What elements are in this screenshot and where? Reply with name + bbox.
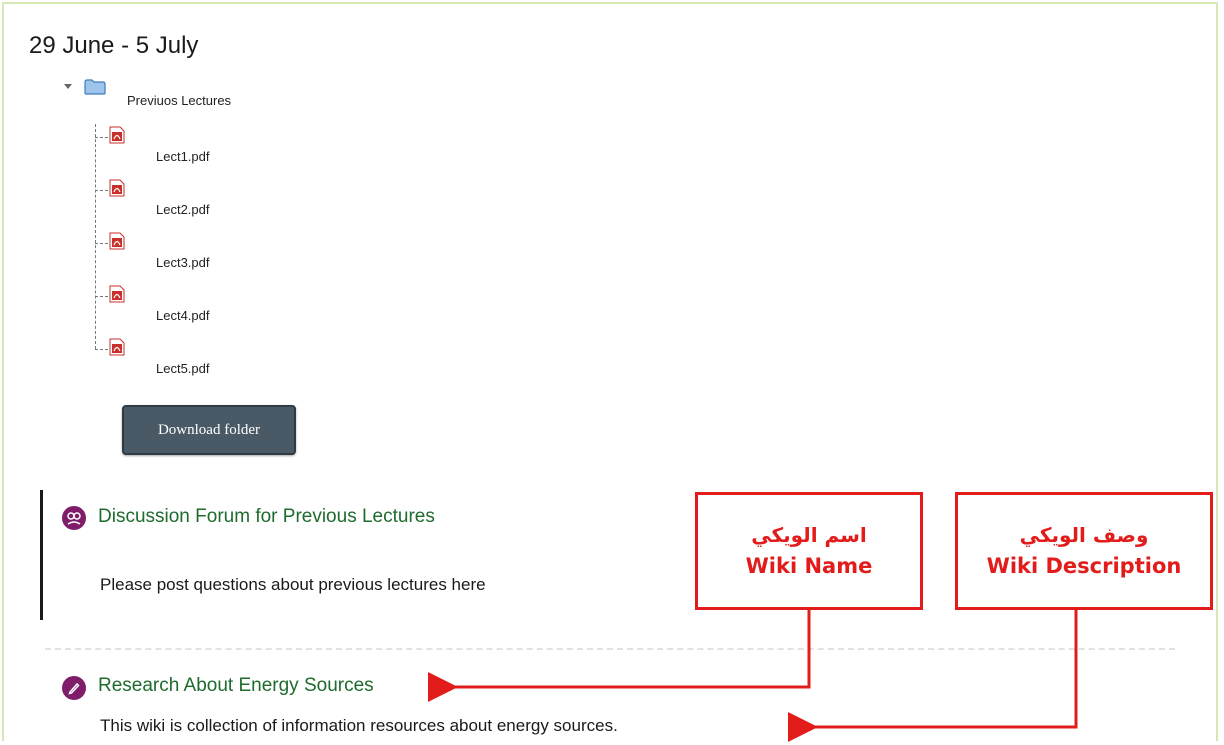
file-name[interactable]: Lect3.pdf (156, 255, 210, 270)
pdf-file-icon (109, 338, 125, 361)
callout-arabic-label: وصف الويكي (1019, 523, 1149, 547)
tree-branch (95, 190, 108, 191)
file-name[interactable]: Lect1.pdf (156, 149, 210, 164)
callout-arabic-label: اسم الويكي (751, 523, 867, 547)
pdf-file-icon (109, 179, 125, 202)
callout-english-label: Wiki Name (745, 554, 873, 578)
wiki-name-callout: اسم الويكي Wiki Name (695, 492, 923, 610)
section-title: 29 June - 5 July (29, 32, 199, 59)
pdf-file-icon (109, 232, 125, 255)
folder-name[interactable]: Previuos Lectures (127, 93, 231, 108)
tree-branch (95, 296, 108, 297)
wiki-icon (62, 676, 86, 700)
download-folder-button[interactable]: Download folder (122, 405, 296, 455)
tree-branch (95, 137, 108, 138)
tree-branch (95, 349, 108, 350)
file-name[interactable]: Lect2.pdf (156, 202, 210, 217)
wiki-title-link[interactable]: Research About Energy Sources (98, 675, 374, 697)
pdf-file-icon (109, 285, 125, 308)
forum-icon (62, 506, 86, 530)
forum-description: Please post questions about previous lec… (100, 575, 486, 594)
callout-english-label: Wiki Description (986, 554, 1182, 578)
pdf-file-icon (109, 126, 125, 149)
file-name[interactable]: Lect5.pdf (156, 361, 210, 376)
forum-title-link[interactable]: Discussion Forum for Previous Lectures (98, 506, 435, 528)
tree-connector (95, 124, 96, 349)
wiki-description: This wiki is collection of information r… (100, 716, 618, 735)
file-name[interactable]: Lect4.pdf (156, 308, 210, 323)
caret-down-icon[interactable] (64, 84, 72, 89)
tree-branch (95, 243, 108, 244)
wiki-description-callout: وصف الويكي Wiki Description (955, 492, 1213, 610)
activity-separator (45, 648, 1175, 650)
folder-icon (84, 79, 106, 100)
activity-highlight-bar (40, 490, 43, 620)
